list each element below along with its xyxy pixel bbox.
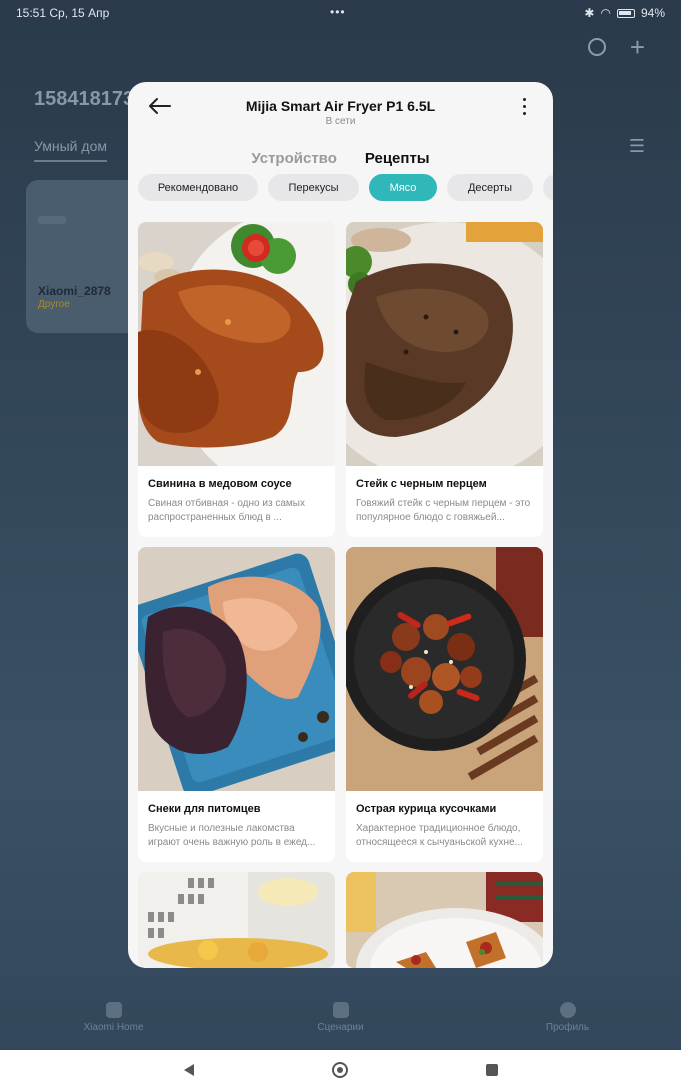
profile-icon bbox=[559, 1002, 576, 1018]
recipe-card[interactable] bbox=[346, 872, 543, 968]
recipe-description: Свиная отбивная - одно из самых распрост… bbox=[148, 498, 305, 523]
recipe-grid: Свинина в медовом соусе Свиная отбивная … bbox=[138, 222, 543, 968]
recipe-card[interactable]: Свинина в медовом соусе Свиная отбивная … bbox=[138, 222, 335, 537]
more-options-button[interactable] bbox=[517, 94, 531, 118]
recipe-title: Стейк с черным перцем bbox=[356, 478, 487, 490]
status-time: 15:51 bbox=[16, 6, 47, 20]
battery-icon bbox=[616, 8, 635, 18]
nav-item-scenes[interactable]: Сценарии bbox=[281, 1002, 401, 1033]
recipes-modal: Mijia Smart Air Fryer P1 6.5L В сети Уст… bbox=[128, 82, 553, 968]
recipe-description: Говяжий стейк с черным перцем - это попу… bbox=[356, 498, 531, 523]
recipe-image-spicy-chicken bbox=[346, 547, 543, 791]
battery-percent: 94% bbox=[640, 6, 665, 20]
bluetooth-icon: ✱ bbox=[584, 6, 595, 20]
bg-account-id: 158418173 bbox=[34, 88, 135, 110]
nav-item-home[interactable]: Xiaomi Home bbox=[54, 1002, 174, 1033]
nav-item-profile[interactable]: Профиль bbox=[508, 1002, 628, 1033]
chip-snacks[interactable]: Перекусы bbox=[268, 174, 359, 201]
tab-recipes[interactable]: Рецепты bbox=[365, 150, 430, 167]
dot-icon bbox=[522, 104, 526, 108]
status-indicators: ✱ ◠ 94% bbox=[584, 6, 665, 20]
add-icon[interactable]: + bbox=[630, 34, 645, 60]
recipe-card[interactable] bbox=[138, 872, 335, 968]
dot-icon bbox=[522, 111, 526, 115]
recipe-title: Свинина в медовом соусе bbox=[148, 478, 292, 490]
recipe-image-honey-pork bbox=[138, 222, 335, 466]
recipe-card[interactable]: Стейк с черным перцем Говяжий стейк с че… bbox=[346, 222, 543, 537]
home-icon bbox=[105, 1002, 122, 1018]
system-back-icon[interactable] bbox=[183, 1064, 194, 1076]
system-recents-icon[interactable] bbox=[485, 1064, 498, 1076]
recipe-title: Снеки для питомцев bbox=[148, 803, 261, 815]
nav-label-home: Xiaomi Home bbox=[83, 1022, 144, 1033]
recipe-image-partial-1 bbox=[138, 872, 335, 968]
bg-tab-smart-home[interactable]: Умный дом bbox=[34, 138, 107, 162]
recipe-image-partial-2 bbox=[346, 872, 543, 968]
recipe-card[interactable]: Снеки для питомцев Вкусные и полезные ла… bbox=[138, 547, 335, 862]
bg-bottom-nav: Xiaomi Home Сценарии Профиль bbox=[0, 1002, 681, 1050]
recipe-image-pepper-steak bbox=[346, 222, 543, 466]
chip-meat[interactable]: Мясо bbox=[369, 174, 437, 201]
nav-label-profile: Профиль bbox=[545, 1022, 590, 1033]
modal-title: Mijia Smart Air Fryer P1 6.5L bbox=[245, 98, 436, 114]
modal-tabs: Устройство Рецепты bbox=[128, 150, 553, 167]
recipe-title: Острая курица кусочками bbox=[356, 803, 497, 815]
scenes-icon bbox=[332, 1002, 349, 1018]
device-status: В сети bbox=[325, 116, 356, 127]
status-date: Ср, 15 Апр bbox=[49, 6, 110, 20]
status-time-date: 15:51 Ср, 15 Апр bbox=[16, 6, 109, 20]
recipe-card-body: Стейк с черным перцем Говяжий стейк с че… bbox=[346, 466, 543, 525]
recipe-image-pet-snacks bbox=[138, 547, 335, 791]
recipe-description: Характерное традиционное блюдо, относяще… bbox=[356, 823, 523, 848]
device-icon bbox=[38, 216, 66, 224]
chat-icon[interactable] bbox=[587, 38, 606, 56]
system-home-icon[interactable] bbox=[331, 1062, 348, 1078]
tab-device[interactable]: Устройство bbox=[251, 150, 337, 167]
more-dots-indicator: ••• bbox=[330, 5, 346, 19]
bg-device-name: Xiaomi_2878 bbox=[38, 284, 111, 298]
bg-top-actions: + bbox=[587, 34, 645, 60]
dot-icon bbox=[522, 97, 526, 101]
recipe-card-body: Острая курица кусочками Характерное трад… bbox=[346, 791, 543, 850]
nav-label-scenes: Сценарии bbox=[317, 1022, 364, 1033]
chip-more[interactable] bbox=[543, 174, 553, 201]
recipe-card-body: Свинина в медовом соусе Свиная отбивная … bbox=[138, 466, 335, 525]
bg-device-subtitle: Другое bbox=[38, 299, 70, 310]
chip-desserts[interactable]: Десерты bbox=[447, 174, 533, 201]
category-chips: Рекомендовано Перекусы Мясо Десерты bbox=[138, 174, 553, 201]
menu-icon[interactable]: ☰ bbox=[629, 136, 645, 157]
system-nav-bar bbox=[0, 1050, 681, 1090]
modal-header: Mijia Smart Air Fryer P1 6.5L В сети bbox=[128, 82, 553, 142]
wifi-icon: ◠ bbox=[600, 6, 611, 20]
recipe-card[interactable]: Острая курица кусочками Характерное трад… bbox=[346, 547, 543, 862]
recipe-card-body: Снеки для питомцев Вкусные и полезные ла… bbox=[138, 791, 335, 850]
chip-recommended[interactable]: Рекомендовано bbox=[138, 174, 258, 201]
recipe-description: Вкусные и полезные лакомства играют очен… bbox=[148, 823, 316, 848]
